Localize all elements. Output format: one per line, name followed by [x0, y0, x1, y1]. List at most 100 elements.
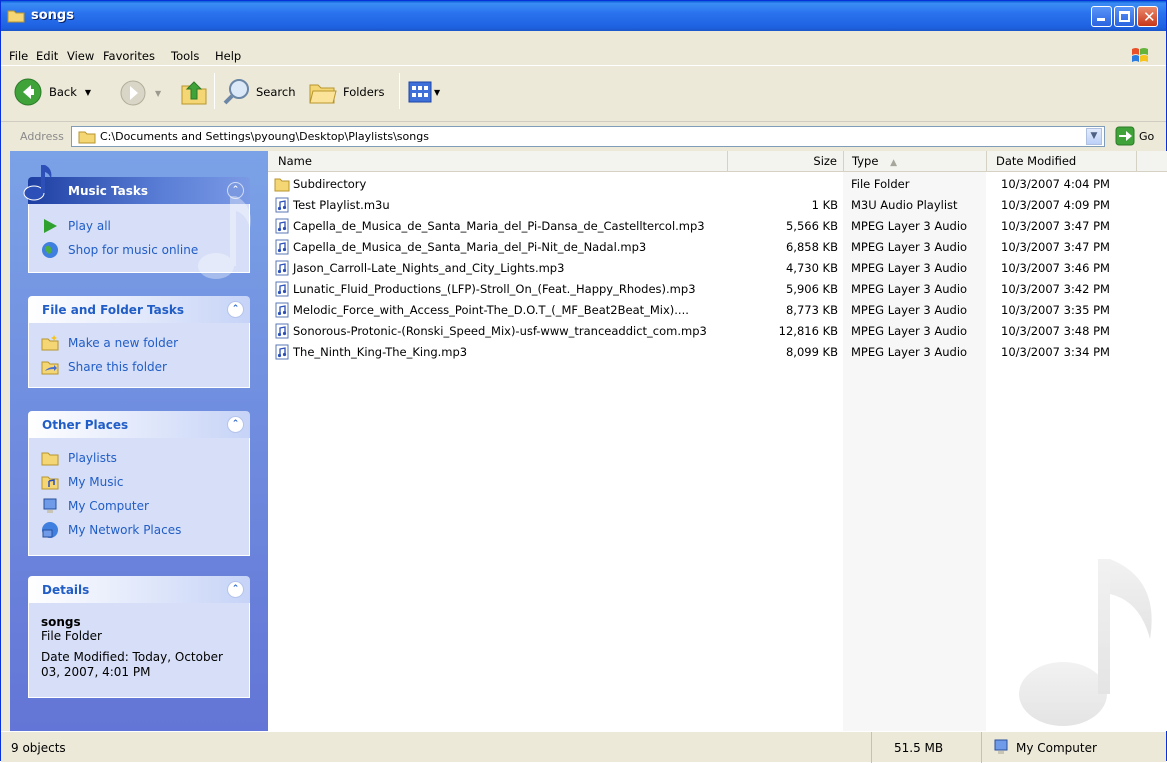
collapse-chevron-icon[interactable]: ⌃ [227, 416, 244, 433]
menu-bar: File Edit View Favorites Tools Help [1, 44, 1166, 66]
maximize-button[interactable] [1114, 6, 1135, 27]
back-button[interactable]: Back ▼ [13, 77, 91, 107]
address-input[interactable]: C:\Documents and Settings\pyoung\Desktop… [71, 126, 1105, 147]
column-header-name[interactable]: Name [268, 151, 728, 172]
menu-edit[interactable]: Edit [36, 49, 58, 63]
my-computer-icon [43, 498, 57, 513]
file-name: Sonorous-Protonic-(Ronski_Speed_Mix)-usf… [293, 324, 707, 338]
file-size: 8,773 KB [785, 303, 838, 317]
title-bar[interactable]: songs ✕ [1, 1, 1166, 31]
file-name: Jason_Carroll-Late_Nights_and_City_Light… [293, 261, 565, 275]
column-header-size[interactable]: Size [728, 151, 844, 172]
menu-favorites[interactable]: Favorites [103, 49, 155, 63]
other-places-header[interactable]: Other Places ⌃ [28, 411, 250, 438]
my-network-places-link[interactable]: My Network Places [29, 518, 249, 542]
column-header-row: Name Size Type ▲ Date Modified [268, 151, 1167, 172]
other-places-title: Other Places [42, 418, 129, 432]
file-date-modified: 10/3/2007 4:09 PM [1001, 198, 1110, 212]
file-row[interactable]: Lunatic_Fluid_Productions_(LFP)-Stroll_O… [268, 279, 1167, 300]
up-folder-icon [181, 81, 207, 105]
column-header-type-label: Type [852, 154, 879, 168]
folder-icon [274, 176, 290, 192]
my-network-places-label: My Network Places [68, 523, 182, 537]
back-dropdown-icon[interactable]: ▼ [85, 88, 91, 97]
other-places-panel: Other Places ⌃ Playlists My Music My Com… [28, 411, 250, 556]
column-header-type[interactable]: Type ▲ [844, 151, 987, 172]
windows-logo-icon [1132, 48, 1148, 62]
file-size: 5,566 KB [785, 219, 838, 233]
make-new-folder-link[interactable]: Make a new folder [29, 331, 249, 355]
column-header-date-modified[interactable]: Date Modified [987, 151, 1137, 172]
details-title: Details [42, 583, 90, 597]
file-row[interactable]: Capella_de_Musica_de_Santa_Maria_del_Pi-… [268, 237, 1167, 258]
file-size: 6,858 KB [785, 240, 838, 254]
task-pane: Music Tasks ⌃ Play all Shop for music on… [10, 151, 268, 731]
file-name: Capella_de_Musica_de_Santa_Maria_del_Pi-… [293, 240, 647, 254]
folders-button[interactable]: Folders [307, 77, 385, 107]
search-button[interactable]: Search [222, 77, 296, 107]
collapse-chevron-icon[interactable]: ⌃ [227, 301, 244, 318]
file-folder-tasks-header[interactable]: File and Folder Tasks ⌃ [28, 296, 250, 323]
explorer-window: songs ✕ File Edit View Favorites Tools H… [0, 0, 1167, 763]
file-type: MPEG Layer 3 Audio [851, 303, 968, 317]
views-dropdown-icon[interactable]: ▼ [434, 88, 440, 97]
shop-music-online-label: Shop for music online [68, 243, 199, 257]
playlists-link[interactable]: Playlists [29, 446, 249, 470]
forward-button[interactable]: ▼ [119, 79, 161, 107]
sort-ascending-icon: ▲ [890, 158, 897, 168]
go-arrow-icon [1115, 126, 1135, 146]
close-button[interactable]: ✕ [1137, 6, 1158, 27]
collapse-chevron-icon[interactable]: ⌃ [227, 581, 244, 598]
music-file-icon [274, 260, 290, 276]
file-name: Test Playlist.m3u [293, 198, 390, 212]
details-item-name: songs [41, 615, 81, 629]
column-header-size-label: Size [813, 154, 837, 168]
file-type: MPEG Layer 3 Audio [851, 324, 968, 338]
minimize-icon [1097, 18, 1105, 21]
share-folder-link[interactable]: Share this folder [29, 355, 249, 379]
file-size: 12,816 KB [778, 324, 838, 338]
file-list: Name Size Type ▲ Date Modified Subdirect… [268, 151, 1167, 731]
file-row[interactable]: Capella_de_Musica_de_Santa_Maria_del_Pi-… [268, 216, 1167, 237]
toolbar-separator [399, 73, 400, 109]
file-date-modified: 10/3/2007 3:48 PM [1001, 324, 1110, 338]
toolbar-separator [214, 73, 215, 109]
minimize-button[interactable] [1091, 6, 1112, 27]
menu-help[interactable]: Help [215, 49, 241, 63]
file-name: The_Ninth_King-The_King.mp3 [293, 345, 468, 359]
play-icon [44, 219, 57, 233]
file-row[interactable]: Melodic_Force_with_Access_Point-The_D.O.… [268, 300, 1167, 321]
column-header-name-label: Name [278, 154, 312, 168]
file-name: Capella_de_Musica_de_Santa_Maria_del_Pi-… [293, 219, 705, 233]
file-row[interactable]: Subdirectory File Folder 10/3/2007 4:04 PM [268, 174, 1167, 195]
forward-dropdown-icon[interactable]: ▼ [155, 89, 161, 98]
file-row[interactable]: Sonorous-Protonic-(Ronski_Speed_Mix)-usf… [268, 321, 1167, 342]
file-date-modified: 10/3/2007 3:46 PM [1001, 261, 1110, 275]
music-file-icon [274, 239, 290, 255]
new-folder-icon [41, 335, 59, 351]
details-header[interactable]: Details ⌃ [28, 576, 250, 603]
menu-tools[interactable]: Tools [171, 49, 199, 63]
address-dropdown-button[interactable]: ▼ [1086, 128, 1102, 145]
file-folder-tasks-panel: File and Folder Tasks ⌃ Make a new folde… [28, 296, 250, 388]
file-type: MPEG Layer 3 Audio [851, 219, 968, 233]
file-row[interactable]: Test Playlist.m3u 1 KB M3U Audio Playlist 1… [268, 195, 1167, 216]
menu-file[interactable]: File [9, 49, 28, 63]
file-date-modified: 10/3/2007 3:42 PM [1001, 282, 1110, 296]
views-button[interactable]: ▼ [408, 81, 440, 103]
playlists-label: Playlists [68, 451, 117, 465]
address-bar: Address C:\Documents and Settings\pyoung… [1, 125, 1166, 149]
go-button[interactable]: Go [1115, 126, 1154, 146]
music-file-icon [274, 218, 290, 234]
my-music-link[interactable]: My Music [29, 470, 249, 494]
up-folder-button[interactable] [179, 77, 209, 107]
file-row[interactable]: Jason_Carroll-Late_Nights_and_City_Light… [268, 258, 1167, 279]
menu-view[interactable]: View [67, 49, 94, 63]
my-computer-link[interactable]: My Computer [29, 494, 249, 518]
file-row[interactable]: The_Ninth_King-The_King.mp3 8,099 KB MPEG … [268, 342, 1167, 363]
status-object-count: 9 objects [1, 732, 871, 763]
file-type: MPEG Layer 3 Audio [851, 240, 968, 254]
music-file-icon [274, 197, 290, 213]
music-watermark-icon [1019, 559, 1152, 726]
music-file-icon [274, 323, 290, 339]
